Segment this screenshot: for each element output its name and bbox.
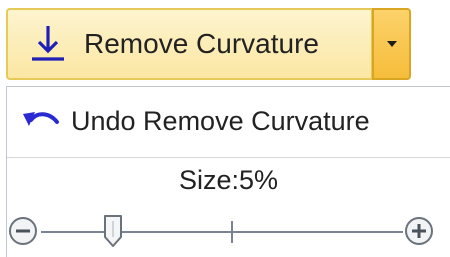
remove-curvature-button[interactable]: Remove Curvature — [6, 8, 372, 80]
size-readout: Size:5% — [178, 165, 279, 195]
dropdown-panel: Undo Remove Curvature Size:5% — [6, 86, 450, 257]
slider-center-tick — [231, 221, 233, 243]
zoom-out-button[interactable] — [7, 215, 39, 247]
undo-remove-curvature-label: Undo Remove Curvature — [71, 105, 370, 136]
minus-circle-icon — [7, 215, 39, 247]
slider-thumb[interactable] — [102, 213, 124, 249]
curvature-popup: Remove Curvature Undo Remove Curvature S… — [0, 0, 450, 257]
undo-remove-curvature-item[interactable]: Undo Remove Curvature — [7, 87, 450, 155]
down-arrow-underline-icon — [26, 22, 70, 66]
remove-curvature-label: Remove Curvature — [84, 28, 319, 59]
triangle-down-icon — [385, 39, 399, 49]
menu-separator — [7, 157, 450, 158]
size-slider[interactable] — [7, 207, 450, 257]
plus-circle-icon — [403, 215, 435, 247]
dropdown-toggle[interactable] — [372, 8, 411, 80]
undo-arrow-icon — [21, 106, 61, 136]
zoom-in-button[interactable] — [403, 215, 435, 247]
slider-track[interactable] — [41, 231, 403, 233]
remove-curvature-split-button: Remove Curvature — [6, 8, 411, 80]
